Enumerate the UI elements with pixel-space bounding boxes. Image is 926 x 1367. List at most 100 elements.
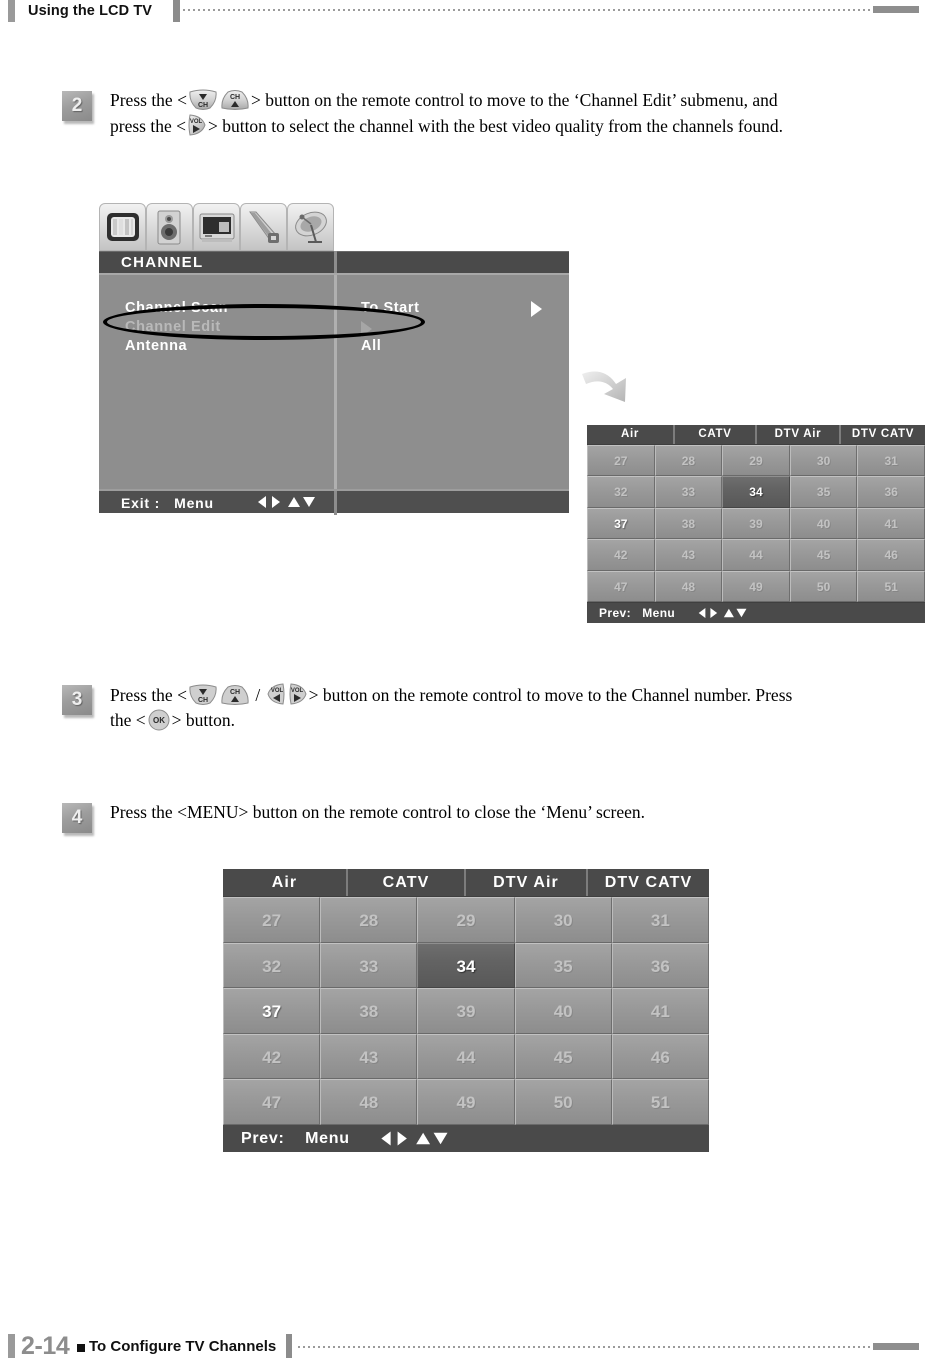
osd-row-channel-scan-arrow-icon xyxy=(531,301,542,317)
channel-cell-40[interactable]: 40 xyxy=(514,988,612,1034)
svg-text:CH: CH xyxy=(198,697,208,704)
channel-cell-43[interactable]: 43 xyxy=(320,1033,418,1080)
channel-cell-48[interactable]: 48 xyxy=(654,570,723,602)
osd-footer-menu-text: Menu xyxy=(174,495,214,511)
channel-cell-27[interactable]: 27 xyxy=(223,897,321,943)
channel-grid-row: 37 38 39 40 41 xyxy=(223,988,709,1034)
osd-tab-tools[interactable] xyxy=(240,203,287,251)
channel-cell-51[interactable]: 51 xyxy=(611,1079,709,1125)
channel-grid-row: 42 43 44 45 46 xyxy=(223,1033,709,1080)
grid-large-footer-arrows-icon xyxy=(379,1129,451,1153)
channel-cell-51[interactable]: 51 xyxy=(857,570,925,602)
grid-small-prev-label: Prev: xyxy=(599,606,632,620)
channel-cell-30[interactable]: 30 xyxy=(514,897,612,943)
channel-cell-33[interactable]: 33 xyxy=(654,476,723,508)
grid-small-footer-arrows-icon xyxy=(697,606,749,625)
channel-grid-large-header: Air CATV DTV Air DTV CATV xyxy=(223,869,709,896)
svg-text:VOL: VOL xyxy=(190,119,203,125)
osd-tab-picture[interactable] xyxy=(99,203,146,251)
channel-cell-32[interactable]: 32 xyxy=(223,942,321,989)
channel-grid-large-footer: Prev: Menu xyxy=(223,1125,709,1152)
channel-cell-50[interactable]: 50 xyxy=(514,1079,612,1125)
setup-screen-icon xyxy=(199,213,235,242)
grid-large-menu-label: Menu xyxy=(305,1130,350,1147)
channel-cell-27[interactable]: 27 xyxy=(587,445,655,477)
channel-cell-44[interactable]: 44 xyxy=(722,539,790,571)
vol-right-button-icon: VOL xyxy=(187,113,207,137)
footer-dotted-rule xyxy=(298,1346,883,1348)
page-title: Using the LCD TV xyxy=(28,3,153,19)
channel-cell-44[interactable]: 44 xyxy=(417,1033,515,1080)
vol-right-button-icon: VOL xyxy=(288,682,308,706)
channel-cell-36[interactable]: 36 xyxy=(611,942,709,989)
channel-cell-38[interactable]: 38 xyxy=(320,988,418,1034)
osd-tab-sound[interactable] xyxy=(146,203,193,251)
channel-cell-41[interactable]: 41 xyxy=(857,507,925,540)
channel-cell-37[interactable]: 37 xyxy=(223,988,321,1034)
channel-cell-30[interactable]: 30 xyxy=(789,445,858,477)
step-4-text: Press the <MENU> button on the remote co… xyxy=(110,802,646,822)
channel-cell-32[interactable]: 32 xyxy=(587,476,655,508)
picture-tv-icon xyxy=(107,213,139,241)
grid-large-prev-label: Prev: xyxy=(241,1130,285,1147)
osd-row-antenna-value[interactable]: All xyxy=(361,338,381,354)
osd-row-antenna-label[interactable]: Antenna xyxy=(125,338,187,354)
channel-cell-49[interactable]: 49 xyxy=(417,1079,515,1125)
channel-grid-row: 47 48 49 50 51 xyxy=(223,1079,709,1125)
channel-cell-46[interactable]: 46 xyxy=(857,539,925,571)
step-3-text-part3: > button. xyxy=(171,710,235,730)
step-4-number: 4 xyxy=(62,803,92,833)
step-2-text-part3: > button to select the channel with the … xyxy=(207,116,784,136)
footer-tick-left xyxy=(8,1334,15,1358)
channel-cell-48[interactable]: 48 xyxy=(320,1079,418,1125)
channel-cell-42[interactable]: 42 xyxy=(223,1033,321,1080)
channel-cell-35[interactable]: 35 xyxy=(789,476,858,508)
channel-cell-35[interactable]: 35 xyxy=(514,942,612,989)
col-header-catv: CATV xyxy=(348,869,466,896)
channel-cell-41[interactable]: 41 xyxy=(611,988,709,1034)
channel-cell-39[interactable]: 39 xyxy=(417,988,515,1034)
channel-grid-small: Air CATV DTV Air DTV CATV 27 28 29 30 31 32 33… xyxy=(587,425,925,623)
channel-cell-37[interactable]: 37 xyxy=(587,507,655,540)
channel-cell-47[interactable]: 47 xyxy=(587,570,655,602)
footer-section-title: To Configure TV Channels xyxy=(89,1338,277,1355)
channel-cell-36[interactable]: 36 xyxy=(857,476,925,508)
channel-cell-28[interactable]: 28 xyxy=(320,897,418,943)
channel-cell-45[interactable]: 45 xyxy=(514,1033,612,1080)
channel-cell-39[interactable]: 39 xyxy=(722,507,790,540)
channel-cell-29[interactable]: 29 xyxy=(722,445,790,477)
channel-cell-34[interactable]: 34 xyxy=(722,476,790,508)
channel-grid-row: 42 43 44 45 46 xyxy=(587,539,925,571)
channel-cell-31[interactable]: 31 xyxy=(611,897,709,943)
channel-cell-31[interactable]: 31 xyxy=(857,445,925,477)
channel-cell-38[interactable]: 38 xyxy=(654,507,723,540)
grid-small-menu-label: Menu xyxy=(642,606,676,620)
col-header-dtv-catv: DTV CATV xyxy=(588,869,709,896)
antenna-satellite-icon xyxy=(295,211,327,243)
osd-tab-antenna[interactable] xyxy=(287,203,334,251)
grid-large-footer-text: Prev: Menu xyxy=(241,1127,350,1150)
ch-down-button-icon: CH xyxy=(188,89,218,111)
channel-cell-45[interactable]: 45 xyxy=(789,539,858,571)
channel-cell-29[interactable]: 29 xyxy=(417,897,515,943)
channel-cell-47[interactable]: 47 xyxy=(223,1079,321,1125)
channel-cell-33[interactable]: 33 xyxy=(320,942,418,989)
channel-cell-28[interactable]: 28 xyxy=(654,445,723,477)
channel-cell-49[interactable]: 49 xyxy=(722,570,790,602)
channel-cell-40[interactable]: 40 xyxy=(789,507,858,540)
header-tick-left xyxy=(8,0,15,22)
channel-cell-42[interactable]: 42 xyxy=(587,539,655,571)
channel-grid-row: 27 28 29 30 31 xyxy=(223,897,709,943)
footer-tick-right xyxy=(286,1334,292,1358)
svg-text:VOL: VOL xyxy=(270,688,283,694)
channel-cell-43[interactable]: 43 xyxy=(654,539,723,571)
channel-grid-small-header: Air CATV DTV Air DTV CATV xyxy=(587,425,925,444)
osd-channel-menu: CHANNEL Channel Scan To Start Channel Ed… xyxy=(99,203,569,515)
svg-text:CH: CH xyxy=(198,102,208,109)
channel-cell-34[interactable]: 34 xyxy=(417,942,515,989)
channel-cell-50[interactable]: 50 xyxy=(789,570,858,602)
channel-grid-large: Air CATV DTV Air DTV CATV 27 28 29 30 31 32 33… xyxy=(223,869,709,1152)
osd-tab-setup[interactable] xyxy=(193,203,240,251)
channel-cell-46[interactable]: 46 xyxy=(611,1033,709,1080)
svg-text:CH: CH xyxy=(230,94,240,101)
